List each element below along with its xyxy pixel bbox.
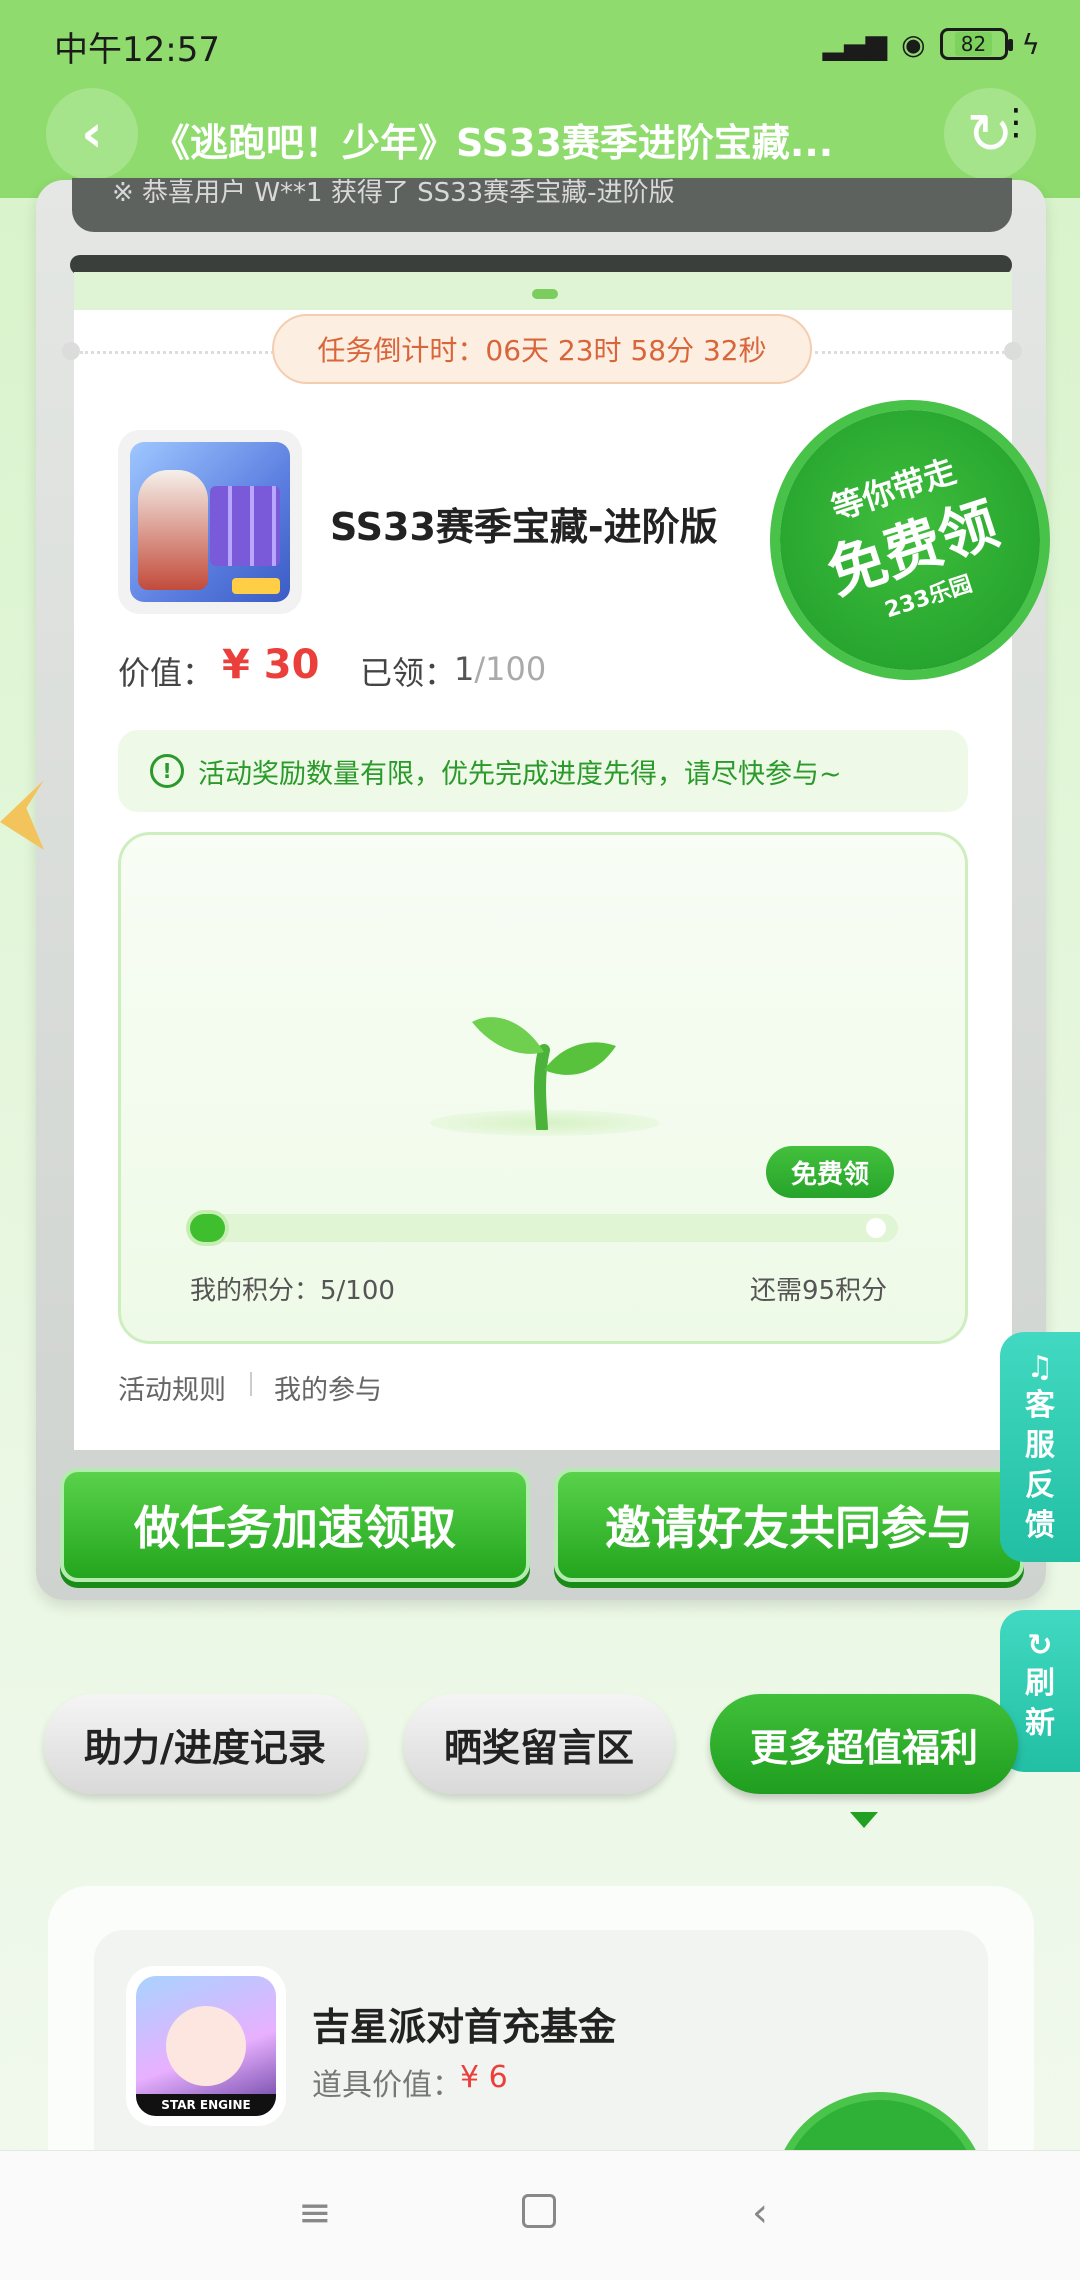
headset-icon: ♫ (1026, 1350, 1054, 1385)
claimed-value: 1 (454, 650, 475, 688)
welfare-thumbnail: STAR ENGINE (126, 1966, 286, 2126)
customer-service-button[interactable]: ♫ 客 服 反 馈 (1000, 1332, 1080, 1562)
tab-active-indicator (850, 1812, 878, 1828)
claimed-count: 1/100 (454, 650, 546, 688)
divider-right (815, 351, 1005, 354)
countdown-timer: 任务倒计时：06天 23时 58分 32秒 (272, 314, 812, 384)
tab-progress-record[interactable]: 助力/进度记录 (44, 1694, 366, 1794)
prize-name: SS33赛季宝藏-进阶版 (330, 505, 718, 549)
signal-icon: ▂▄▆ (822, 27, 888, 61)
welfare-name: 吉星派对首充基金 (312, 2005, 617, 2049)
tab-comments[interactable]: 晒奖留言区 (404, 1694, 674, 1794)
claimed-label: 已领： (360, 654, 457, 692)
back-button[interactable]: ‹ (46, 88, 138, 180)
welfare-value: ¥ 6 (460, 2060, 508, 2095)
value-label: 价值： (118, 654, 215, 692)
progress-fill (190, 1214, 226, 1242)
info-icon: ! (150, 754, 184, 788)
welfare-value-label: 道具价值： (312, 2068, 462, 2103)
progress-goal-marker (866, 1218, 886, 1238)
chevron-left-icon: ‹ (81, 104, 103, 164)
service-label-4: 馈 (1025, 1508, 1055, 1543)
service-label-3: 反 (1025, 1468, 1055, 1503)
do-tasks-button[interactable]: 做任务加速领取 (60, 1468, 530, 1582)
battery-icon: 82 (939, 28, 1013, 60)
invite-friends-button[interactable]: 邀请好友共同参与 (554, 1468, 1024, 1582)
my-score: 我的积分：5/100 (190, 1276, 395, 1306)
remaining-score: 还需95积分 (750, 1276, 888, 1306)
my-participation-link[interactable]: 我的参与 (274, 1368, 382, 1407)
menu-icon[interactable]: ≡ (298, 2190, 332, 2236)
refresh-label-1: 刷 (1025, 1666, 1055, 1701)
service-label-2: 服 (1025, 1428, 1055, 1463)
claimed-total: /100 (474, 650, 547, 688)
ticket-hole-right (1004, 342, 1022, 360)
ticket-hole-left (62, 342, 80, 360)
prize-thumbnail (118, 430, 302, 614)
back-icon[interactable]: ‹ (752, 2190, 768, 2236)
divider-left (80, 351, 280, 354)
link-separator (250, 1372, 252, 1396)
charging-icon: ϟ (1021, 27, 1040, 61)
card-notch (532, 289, 558, 299)
sprout-icon (472, 1017, 616, 1130)
refresh-icon: ↻ (1027, 1628, 1053, 1663)
rules-link[interactable]: 活动规则 (118, 1368, 226, 1407)
notice-text: 活动奖励数量有限，优先完成进度先得，请尽快参与~ (198, 758, 842, 790)
refresh-label-2: 新 (1025, 1706, 1055, 1741)
more-vertical-icon: ⋮ (998, 102, 1034, 143)
more-menu-button[interactable]: ⋮ (998, 105, 1034, 141)
home-icon[interactable] (522, 2194, 556, 2228)
status-time: 中午12:57 (54, 30, 220, 70)
status-icons: ▂▄▆ ◉ 82 ϟ (822, 24, 1040, 64)
winner-ticker: ※ 恭喜用户 W**1 获得了 SS33赛季宝藏-进阶版 (72, 178, 1012, 232)
thumb-banner: STAR ENGINE (136, 2094, 276, 2116)
tab-more-benefits[interactable]: 更多超值福利 (710, 1694, 1018, 1794)
notice-banner: ! 活动奖励数量有限，优先完成进度先得，请尽快参与~ (118, 730, 968, 812)
value-amount: ¥ 30 (222, 642, 320, 688)
progress-track (190, 1214, 898, 1242)
page-title: 《逃跑吧！少年》SS33赛季进阶宝藏... (152, 121, 834, 165)
wifi-icon: ◉ (901, 27, 926, 61)
service-label-1: 客 (1025, 1388, 1055, 1423)
free-claim-badge: 免费领 (766, 1146, 894, 1198)
